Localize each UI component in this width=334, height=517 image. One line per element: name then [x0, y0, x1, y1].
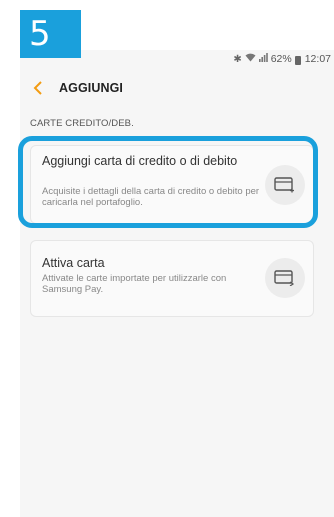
- wifi-icon: [245, 53, 256, 65]
- card-option-title: Attiva carta: [42, 256, 105, 270]
- clock: 12:07: [304, 53, 331, 65]
- battery-icon: [294, 55, 301, 65]
- battery-percent: 62%: [270, 53, 292, 65]
- highlight-outline: [18, 136, 318, 228]
- activate-card-option[interactable]: Attiva carta Attivate le carte importate…: [30, 240, 314, 317]
- bluetooth-icon: ✱: [233, 53, 242, 65]
- page-title: AGGIUNGI: [59, 81, 123, 95]
- activate-card-icon: [274, 270, 295, 286]
- activate-card-icon-button: [265, 258, 305, 298]
- section-heading: CARTE CREDITO/DEB.: [30, 118, 134, 129]
- signal-icon: [258, 53, 268, 65]
- chevron-left-icon: [33, 81, 42, 95]
- card-option-description: Attivate le carte importate per utilizza…: [42, 273, 227, 295]
- back-button[interactable]: [28, 78, 48, 98]
- phone-screen: ✱ 62% 12:07 AGGIUNGI CARTE CREDITO/DEB. …: [20, 50, 334, 517]
- step-number-badge: 5: [20, 10, 81, 58]
- app-header: AGGIUNGI: [20, 73, 334, 103]
